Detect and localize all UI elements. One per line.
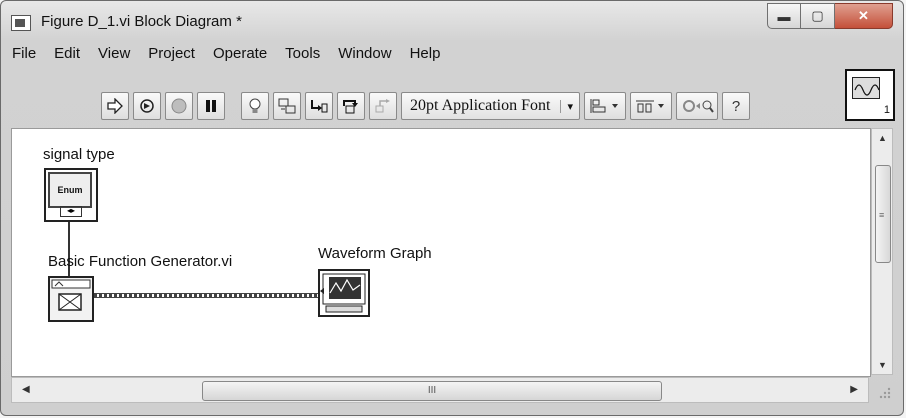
run-button[interactable]: [101, 92, 129, 120]
menu-window[interactable]: Window: [337, 43, 392, 67]
reorder-icon: [682, 100, 714, 113]
block-diagram-window: Figure D_1.vi Block Diagram * ▬ ▢ ✕ File…: [0, 0, 904, 416]
maximize-button[interactable]: ▢: [801, 3, 835, 29]
help-question-icon: ?: [731, 97, 741, 115]
waveform-wire[interactable]: [94, 293, 318, 298]
horizontal-scrollbar[interactable]: ◀ III ▶: [11, 377, 869, 403]
distribute-objects-icon: [635, 100, 664, 113]
step-into-button[interactable]: [305, 92, 333, 120]
step-into-icon: [311, 100, 328, 113]
lightbulb-icon: [249, 98, 261, 113]
retain-wire-values-icon: [278, 98, 296, 114]
reorder-button[interactable]: [675, 92, 718, 120]
font-selector-value: 20pt Application Font: [410, 97, 551, 114]
pause-icon: [206, 100, 216, 112]
retain-wire-values-button[interactable]: [273, 92, 301, 120]
scroll-up-arrow[interactable]: ▲: [878, 133, 887, 143]
abort-button[interactable]: [165, 92, 193, 120]
scroll-left-arrow[interactable]: ◀: [22, 384, 30, 395]
labview-app-icon[interactable]: [11, 15, 31, 31]
enum-text: Enum: [57, 185, 83, 195]
abort-icon: [171, 98, 187, 114]
context-help-button[interactable]: ?: [721, 92, 750, 120]
icon-connector-pane[interactable]: 1: [845, 69, 895, 121]
close-button[interactable]: ✕: [835, 3, 893, 29]
menu-file[interactable]: File: [11, 43, 37, 67]
chevron-down-icon: ▾: [560, 99, 573, 113]
minimize-button[interactable]: ▬: [767, 3, 801, 29]
function-generator-label: Basic Function Generator.vi: [48, 253, 233, 270]
align-objects-icon: [590, 99, 618, 113]
grip-icon: III: [427, 385, 437, 396]
waveform-graph-label: Waveform Graph: [318, 245, 432, 262]
signal-type-enum-terminal[interactable]: Enum ◂▸: [44, 168, 98, 222]
basic-function-generator-node[interactable]: [48, 276, 94, 322]
run-continuously-button[interactable]: [133, 92, 161, 120]
vertical-scrollbar[interactable]: ▲ ≡ ▼: [871, 128, 893, 375]
enum-icon: Enum: [48, 172, 92, 208]
menu-bar: File Edit View Project Operate Tools Win…: [11, 43, 441, 67]
scroll-right-arrow[interactable]: ▶: [850, 384, 858, 395]
menu-operate[interactable]: Operate: [212, 43, 268, 67]
waveform-graph-icon: [320, 273, 366, 313]
menu-tools[interactable]: Tools: [284, 43, 321, 67]
step-over-button[interactable]: [337, 92, 365, 120]
block-diagram-canvas[interactable]: signal type Enum ◂▸ Basic Function Gener…: [11, 128, 871, 377]
distribute-objects-button[interactable]: [629, 92, 672, 120]
align-objects-button[interactable]: [583, 92, 626, 120]
step-out-button[interactable]: [369, 92, 397, 120]
highlight-execution-button[interactable]: [241, 92, 269, 120]
step-out-icon: [375, 99, 390, 113]
menu-edit[interactable]: Edit: [53, 43, 81, 67]
toolbar: 20pt Application Font ▾ ?: [101, 90, 750, 122]
scroll-down-arrow[interactable]: ▼: [878, 360, 887, 370]
pause-button[interactable]: [197, 92, 225, 120]
text-settings-dropdown[interactable]: 20pt Application Font ▾: [401, 92, 580, 120]
title-bar[interactable]: Figure D_1.vi Block Diagram * ▬ ▢ ✕: [1, 1, 903, 41]
signal-type-label: signal type: [43, 146, 115, 163]
waveform-graph-terminal[interactable]: [318, 269, 370, 317]
connector-terminal-number: 1: [883, 104, 890, 116]
menu-view[interactable]: View: [97, 43, 131, 67]
window-controls: ▬ ▢ ✕: [767, 3, 893, 29]
run-arrow-icon: [107, 98, 123, 114]
function-generator-icon: [51, 279, 91, 311]
run-continuously-icon: [140, 99, 154, 113]
menu-help[interactable]: Help: [409, 43, 442, 67]
enum-arrows: ◂▸: [60, 206, 82, 217]
horizontal-scroll-thumb[interactable]: III: [202, 381, 662, 401]
vi-icon: [852, 77, 880, 99]
vertical-scroll-thumb[interactable]: ≡: [875, 165, 891, 263]
menu-project[interactable]: Project: [147, 43, 196, 67]
grip-icon: ≡: [879, 210, 885, 220]
window-title: Figure D_1.vi Block Diagram *: [41, 13, 242, 30]
step-over-icon: [343, 100, 358, 114]
resize-grip-icon[interactable]: [873, 381, 893, 401]
waveform-icon: [854, 84, 880, 96]
